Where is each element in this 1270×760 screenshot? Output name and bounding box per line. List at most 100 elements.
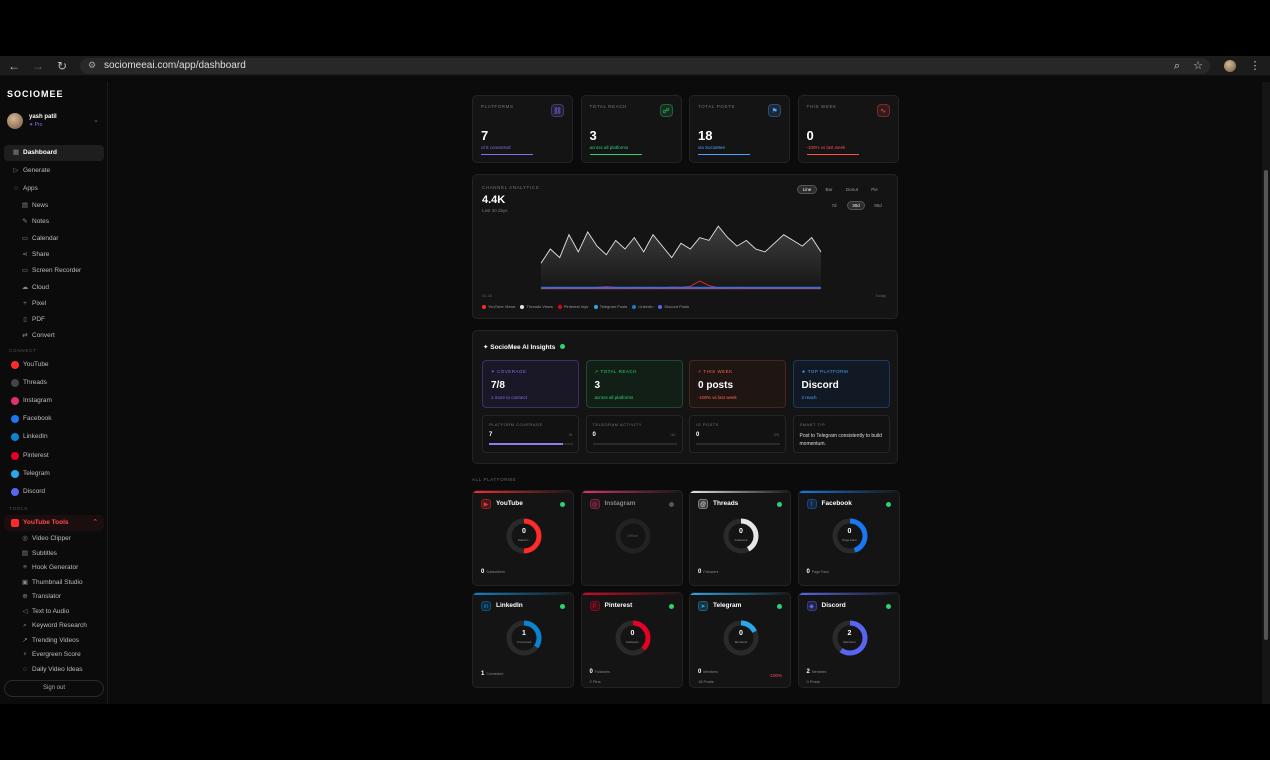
chevron-down-icon: ⌄ — [93, 117, 99, 124]
donut-label: Page Fans — [842, 538, 857, 542]
platform-metric: 1 Connected — [481, 671, 503, 677]
sidebar-app-share[interactable]: ⋖ Share — [4, 247, 104, 263]
calendar-icon: ▭ — [21, 234, 29, 242]
profile-avatar-icon[interactable] — [1222, 58, 1238, 74]
sidebar-app-screen-recorder[interactable]: ▭ Screen Recorder — [4, 263, 104, 279]
platform-metric: 0 Page Fans — [807, 569, 829, 575]
profile-switcher[interactable]: yash patil ✦ Pro ⌄ — [5, 110, 103, 134]
screen-recorder-icon: ▭ — [21, 267, 29, 275]
platform-card-linkedin[interactable]: in LinkedIn 1 Connected 1 Connected — [472, 592, 574, 688]
legend-item-linkedin[interactable]: LinkedIn — [632, 304, 653, 309]
bookmark-star-icon[interactable]: ☆ — [1190, 58, 1206, 74]
address-bar[interactable]: ⚙ sociomeeai.com/app/dashboard — [80, 58, 1210, 74]
channel-analytics-card: CHANNEL ANALYTICS 4.4K Last 30 days 01-1… — [472, 174, 898, 319]
legend-item-telegram-posts[interactable]: Telegram Posts — [593, 304, 628, 309]
platform-metric-label: Followers — [703, 570, 719, 574]
sidebar-tool-daily-video-ideas[interactable]: ○ Daily Video Ideas — [4, 662, 104, 678]
stat-value: 0 — [806, 128, 814, 143]
chart-type-bar[interactable]: Bar — [821, 185, 837, 194]
sidebar-app-calendar[interactable]: ▭ Calendar — [4, 231, 104, 247]
url-text[interactable]: sociomeeai.com/app/dashboard — [104, 60, 246, 71]
scrollbar[interactable] — [1262, 82, 1270, 704]
sidebar-app-notes[interactable]: ✎ Notes — [4, 214, 104, 230]
donut-value: 0 — [739, 630, 743, 637]
status-indicator — [885, 502, 891, 507]
stat-value: 7 — [481, 128, 489, 143]
sidebar-connect-facebook[interactable]: Facebook — [4, 411, 104, 427]
threads-icon: @ — [698, 499, 708, 509]
legend-item-youtube-views[interactable]: YouTube Views — [482, 304, 515, 309]
sidebar-item-generate[interactable]: ▷ Generate — [4, 163, 104, 179]
legend-swatch — [557, 304, 562, 309]
sidebar-item-label: Dashboard — [23, 149, 57, 156]
status-indicator — [777, 502, 782, 507]
site-settings-icon[interactable]: ⚙ — [88, 60, 96, 71]
sidebar-item-label: Screen Recorder — [32, 267, 82, 275]
legend-item-discord-posts[interactable]: Discord Posts — [658, 304, 689, 309]
zoom-icon[interactable]: ⌕ — [1169, 58, 1185, 74]
sidebar-item-label: PDF — [32, 316, 45, 324]
legend-item-pinterest-impr[interactable]: Pinterest Impr — [557, 304, 589, 309]
range-7d[interactable]: 7d — [825, 201, 843, 210]
insight-card-coverage: ✦ COVERAGE 7/8 1 more to connect — [482, 360, 579, 408]
legend-swatch — [520, 304, 525, 309]
reload-icon[interactable]: ↻ — [54, 58, 70, 74]
sidebar-app-convert[interactable]: ⇄ Convert — [4, 328, 104, 344]
chart-type-donut[interactable]: Donut — [841, 185, 863, 194]
play-icon: ▷ — [13, 167, 19, 174]
sidebar-connect-threads[interactable]: Threads — [4, 375, 104, 391]
forward-icon[interactable]: → — [30, 58, 46, 74]
sidebar-app-pixel[interactable]: + Pixel — [4, 296, 104, 312]
sidebar-connect-linkedin[interactable]: LinkedIn — [4, 429, 104, 445]
sidebar-item-label: Notes — [32, 218, 49, 226]
legend-swatch — [593, 304, 598, 309]
platform-card-threads[interactable]: @ Threads 0 Followers 0 Followers — [689, 490, 791, 586]
sidebar-app-news[interactable]: ▤ News — [4, 198, 104, 214]
platform-card-telegram[interactable]: ➤ Telegram 0 Members 0 Members 18 Posts -100% — [689, 592, 791, 688]
sidebar-connect-youtube[interactable]: YouTube — [4, 357, 104, 373]
platform-metric-value: 1 — [481, 671, 485, 677]
sidebar-item-apps[interactable]: ○ Apps — [4, 181, 104, 197]
legend-label: Telegram Posts — [599, 304, 628, 309]
instagram-icon — [11, 397, 19, 406]
sidebar-item-label: Telegram — [23, 469, 50, 477]
sidebar-item-dashboard[interactable]: ▦ Dashboard — [4, 145, 104, 161]
platform-card-instagram[interactable]: ◎ Instagram Offline — [580, 490, 683, 586]
status-indicator — [668, 604, 674, 609]
sidebar-connect-instagram[interactable]: Instagram — [4, 393, 104, 409]
sidebar-app-pdf[interactable]: ▯ PDF — [4, 312, 104, 328]
insight-value: 7/8 — [491, 380, 505, 391]
insight-card-top-platform: ★ TOP PLATFORM Discord 2 reach — [792, 360, 890, 408]
insight-subtitle: -100% vs last week — [698, 395, 737, 400]
scrollbar-thumb[interactable] — [1264, 170, 1268, 640]
platform-card-facebook[interactable]: f Facebook 0 Page Fans 0 Page Fans — [797, 490, 900, 586]
stat-value: 18 — [698, 128, 713, 143]
range-90d[interactable]: 90d — [869, 201, 887, 210]
sidebar-connect-pinterest[interactable]: Pinterest — [4, 448, 104, 464]
platform-donut — [832, 620, 867, 656]
sidebar-connect-telegram[interactable]: Telegram — [4, 466, 104, 482]
youtube-tools-toggle[interactable]: YouTube Tools ⌃ — [4, 515, 104, 531]
platform-metric-value: 0 — [589, 669, 593, 675]
platform-card-pinterest[interactable]: P Pinterest 0 Followers 0 Followers 2 Pins — [580, 592, 683, 688]
donut-value: 0 — [522, 528, 526, 535]
sidebar-app-cloud[interactable]: ☁ Cloud — [4, 280, 104, 296]
platform-name: LinkedIn — [496, 602, 523, 609]
back-icon[interactable]: ← — [6, 58, 22, 74]
browser-menu-icon[interactable]: ⋮ — [1247, 58, 1263, 74]
platform-secondary-metric: 0 Posts — [806, 679, 820, 684]
sidebar-item-label: Discord — [23, 487, 46, 495]
stat-card-total-reach: TOTAL REACH ☍ 3 across all platforms — [580, 95, 682, 163]
metric-max: /8 — [568, 432, 572, 437]
discord-icon — [11, 487, 19, 496]
platform-metric: 0 Members — [698, 669, 718, 675]
sidebar-connect-discord[interactable]: Discord — [4, 484, 104, 500]
platform-metric: 2 Members — [807, 669, 827, 675]
sign-out-button[interactable]: Sign out — [4, 680, 104, 697]
range-30d[interactable]: 30d — [847, 201, 865, 210]
platform-card-youtube[interactable]: ▶ YouTube 0 Subscri... 0 Subscribers — [472, 490, 574, 586]
platform-card-discord[interactable]: ◆ Discord 2 Members 2 Members 0 Posts — [797, 592, 900, 688]
legend-item-threads-views[interactable]: Threads Views — [520, 304, 553, 309]
chart-type-line[interactable]: Line — [797, 185, 817, 194]
chart-type-pie[interactable]: Pie — [867, 185, 882, 194]
